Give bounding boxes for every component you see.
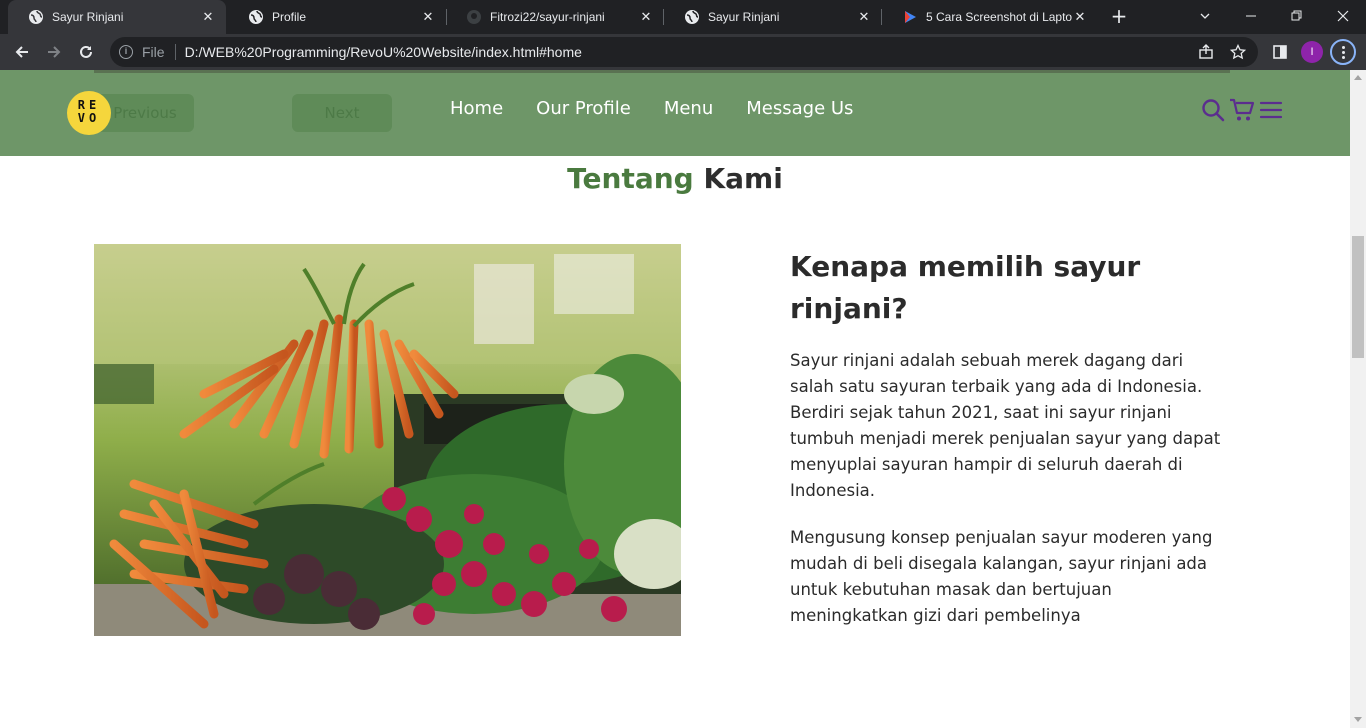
search-icon[interactable]	[1201, 98, 1225, 126]
close-tab-icon[interactable]: ✕	[200, 9, 216, 25]
tab-github[interactable]: Fitrozi22/sayur-rinjani ✕	[446, 0, 664, 34]
menu-icon[interactable]	[1259, 98, 1283, 126]
nav-our-profile[interactable]: Our Profile	[536, 98, 631, 119]
about-content: Kenapa memilih sayur rinjani? Sayur rinj…	[790, 246, 1230, 629]
tab-search-icon[interactable]	[1182, 0, 1228, 32]
github-icon	[466, 9, 482, 25]
browser-toolbar: i File D:/WEB%20Programming/RevoU%20Webs…	[0, 34, 1366, 70]
reload-icon[interactable]	[72, 38, 100, 66]
tab-screenshot-video[interactable]: 5 Cara Screenshot di Laptop ✕	[882, 0, 1098, 34]
side-panel-icon[interactable]	[1268, 38, 1292, 66]
page-viewport: Previous Next RE VO Home Our Profile Men…	[0, 70, 1350, 728]
site-navbar: Previous Next RE VO Home Our Profile Men…	[0, 70, 1350, 156]
scheme-label: File	[142, 44, 165, 60]
share-icon[interactable]	[1198, 37, 1214, 67]
scroll-down-icon[interactable]	[1354, 717, 1362, 722]
globe-icon	[684, 9, 700, 25]
section-title: Tentang Kami	[0, 162, 1350, 195]
globe-icon	[248, 9, 264, 25]
omnibox-separator	[174, 44, 176, 60]
close-tab-icon[interactable]: ✕	[638, 9, 654, 25]
address-bar[interactable]: i File D:/WEB%20Programming/RevoU%20Webs…	[110, 37, 1258, 67]
bookmark-star-icon[interactable]	[1230, 37, 1246, 67]
globe-icon	[28, 9, 44, 25]
hero-image-edge	[94, 70, 1230, 73]
about-paragraph-2: Mengusung konsep penjualan sayur moderen…	[790, 528, 1213, 625]
cart-icon[interactable]	[1229, 97, 1255, 127]
main-nav: Home Our Profile Menu Message Us	[450, 98, 853, 119]
section-title-rest: Kami	[703, 162, 783, 195]
minimize-button[interactable]	[1228, 0, 1274, 32]
tab-sayur-rinjani[interactable]: Sayur Rinjani ✕	[8, 0, 226, 34]
page-scrollbar[interactable]	[1350, 70, 1366, 728]
tab-strip: Sayur Rinjani ✕ Profile ✕ Fitrozi22/sayu…	[0, 0, 1366, 34]
about-paragraph-1: Sayur rinjani adalah sebuah merek dagang…	[790, 351, 1221, 500]
close-tab-icon[interactable]: ✕	[856, 9, 872, 25]
info-icon[interactable]: i	[119, 45, 133, 59]
browser-menu-icon[interactable]	[1329, 38, 1357, 66]
restore-button[interactable]	[1274, 0, 1320, 32]
close-window-button[interactable]	[1320, 0, 1366, 32]
section-title-accent: Tentang	[567, 162, 694, 195]
revo-logo[interactable]: RE VO	[67, 91, 111, 135]
forward-icon[interactable]	[40, 38, 68, 66]
close-tab-icon[interactable]: ✕	[420, 9, 436, 25]
play-icon	[902, 9, 918, 25]
url-text[interactable]: D:/WEB%20Programming/RevoU%20Website/ind…	[185, 44, 582, 60]
back-icon[interactable]	[8, 38, 36, 66]
scrollbar-thumb[interactable]	[1352, 236, 1364, 358]
tab-sayur-rinjani-2[interactable]: Sayur Rinjani ✕	[664, 0, 882, 34]
new-tab-button[interactable]: +	[1106, 5, 1132, 29]
next-slide-button[interactable]: Next	[292, 94, 392, 132]
profile-avatar[interactable]: I	[1300, 38, 1324, 66]
nav-icons	[1201, 97, 1283, 127]
nav-home[interactable]: Home	[450, 98, 503, 119]
close-tab-icon[interactable]: ✕	[1072, 9, 1088, 25]
tab-profile[interactable]: Profile ✕	[228, 0, 446, 34]
scroll-up-icon[interactable]	[1354, 75, 1362, 80]
vegetables-photo	[94, 244, 681, 636]
nav-message-us[interactable]: Message Us	[746, 98, 853, 119]
nav-menu[interactable]: Menu	[664, 98, 713, 119]
about-heading: Kenapa memilih sayur rinjani?	[790, 250, 1141, 325]
